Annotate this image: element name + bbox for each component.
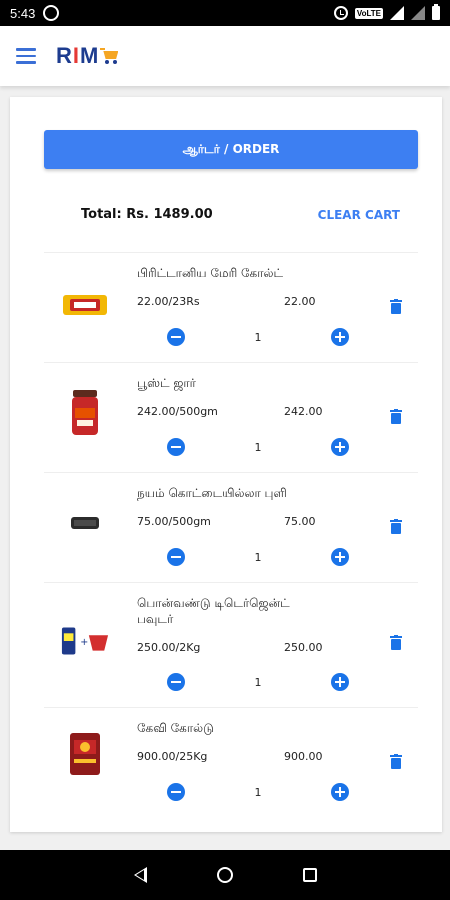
product-image-jar <box>60 390 110 435</box>
quantity-value: 1 <box>254 550 262 564</box>
total-row: Total: Rs. 1489.00 CLEAR CART <box>44 207 418 222</box>
list-item: பூஸ்ட் ஜார் 242.00/500gm 242.00 1 <box>44 362 418 472</box>
list-item: பிரிட்டானிய மேரி கோல்ட் 22.00/23Rs 22.00… <box>44 252 418 362</box>
signal-icon <box>390 6 404 20</box>
increase-quantity-button[interactable] <box>331 328 349 346</box>
status-time: 5:43 <box>10 5 36 21</box>
decrease-quantity-button[interactable] <box>167 328 185 346</box>
quantity-stepper: 1 <box>167 673 349 691</box>
item-subtotal: 250.00 <box>284 641 323 654</box>
trash-icon[interactable] <box>390 409 402 424</box>
item-name: பிரிட்டானிய மேரி கோல்ட் <box>137 266 284 280</box>
quantity-stepper: 1 <box>167 783 349 801</box>
item-name: பூஸ்ட் ஜார் <box>137 376 196 390</box>
trash-icon[interactable] <box>390 519 402 534</box>
quantity-value: 1 <box>254 785 262 799</box>
trash-icon[interactable] <box>390 635 402 650</box>
app-logo: RIM <box>56 43 120 69</box>
home-icon[interactable] <box>216 867 233 883</box>
clear-cart-button[interactable]: CLEAR CART <box>318 208 400 222</box>
alarm-icon <box>333 6 348 20</box>
cart-items-list: பிரிட்டானிய மேரி கோல்ட் 22.00/23Rs 22.00… <box>44 252 418 817</box>
decrease-quantity-button[interactable] <box>167 783 185 801</box>
item-subtotal: 75.00 <box>284 515 316 528</box>
product-image-rice-bag <box>60 733 110 775</box>
product-image-detergent: + <box>60 621 110 661</box>
cart-card: ஆர்டர் / ORDER Total: Rs. 1489.00 CLEAR … <box>10 97 442 832</box>
quantity-stepper: 1 <box>167 548 349 566</box>
list-item: நயம் கொட்டையில்லா புளி 75.00/500gm 75.00… <box>44 472 418 582</box>
item-subtotal: 22.00 <box>284 295 316 308</box>
decrease-quantity-button[interactable] <box>167 673 185 691</box>
increase-quantity-button[interactable] <box>331 438 349 456</box>
quantity-stepper: 1 <box>167 328 349 346</box>
app-bar: RIM <box>0 26 450 86</box>
recent-apps-icon[interactable] <box>302 868 317 882</box>
trash-icon[interactable] <box>390 754 402 769</box>
item-name: பொன்வண்டு டிடெர்ஜென்ட் பவுடர் <box>137 596 290 626</box>
increase-quantity-button[interactable] <box>331 673 349 691</box>
item-name: நயம் கொட்டையில்லா புளி <box>137 486 287 500</box>
list-item: கேவி கோல்டு 900.00/25Kg 900.00 1 <box>44 707 418 817</box>
quantity-value: 1 <box>254 440 262 454</box>
whatsapp-icon <box>43 5 60 21</box>
increase-quantity-button[interactable] <box>331 548 349 566</box>
battery-icon <box>432 4 440 20</box>
system-nav-bar <box>0 850 450 900</box>
trash-icon[interactable] <box>390 299 402 314</box>
order-button[interactable]: ஆர்டர் / ORDER <box>44 130 418 169</box>
svg-text:+: + <box>80 637 88 648</box>
item-price: 75.00/500gm <box>137 515 211 528</box>
list-item: + பொன்வண்டு டிடெர்ஜென்ட் பவுடர் 250.00/2… <box>44 582 418 707</box>
cart-total: Total: Rs. 1489.00 <box>81 207 213 222</box>
item-price: 242.00/500gm <box>137 405 218 418</box>
item-subtotal: 242.00 <box>284 405 323 418</box>
decrease-quantity-button[interactable] <box>167 438 185 456</box>
cart-logo-icon <box>100 47 120 65</box>
product-image-biscuit <box>60 285 110 325</box>
item-name: கேவி கோல்டு <box>137 721 214 735</box>
item-subtotal: 900.00 <box>284 750 323 763</box>
item-price: 250.00/2Kg <box>137 641 201 654</box>
volte-badge: VoLTE <box>354 7 383 19</box>
wifi-signal-icon <box>411 6 425 20</box>
item-price: 22.00/23Rs <box>137 295 200 308</box>
decrease-quantity-button[interactable] <box>167 548 185 566</box>
increase-quantity-button[interactable] <box>331 783 349 801</box>
quantity-value: 1 <box>254 330 262 344</box>
hamburger-menu-icon[interactable] <box>16 48 36 64</box>
item-price: 900.00/25Kg <box>137 750 208 763</box>
quantity-stepper: 1 <box>167 438 349 456</box>
quantity-value: 1 <box>254 675 262 689</box>
back-icon[interactable] <box>133 867 147 883</box>
product-image-tamarind <box>60 503 110 543</box>
status-bar: 5:43 VoLTE <box>0 0 450 26</box>
